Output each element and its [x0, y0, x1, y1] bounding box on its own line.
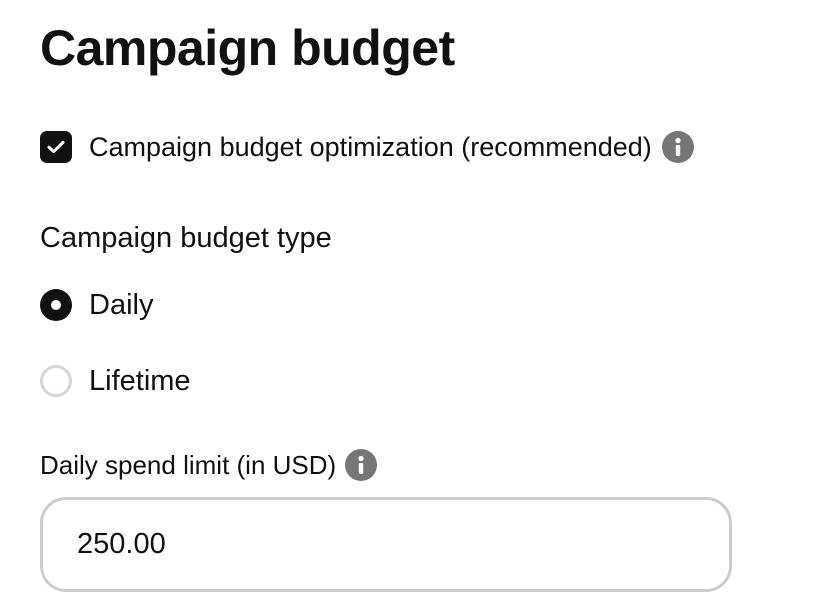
spend-limit-field[interactable]	[40, 497, 732, 592]
daily-radio-label[interactable]: Daily	[89, 287, 153, 323]
lifetime-radio-label[interactable]: Lifetime	[89, 363, 191, 399]
checkmark-icon	[47, 140, 65, 154]
optimization-row: Campaign budget optimization (recommende…	[40, 130, 694, 164]
spend-limit-label-row: Daily spend limit (in USD)	[40, 448, 378, 482]
optimization-label[interactable]: Campaign budget optimization (recommende…	[89, 130, 652, 164]
spend-limit-input[interactable]	[77, 528, 729, 561]
budget-type-label: Campaign budget type	[40, 222, 332, 254]
info-icon[interactable]	[661, 131, 694, 163]
info-icon[interactable]	[345, 449, 378, 481]
radio-option-lifetime[interactable]: Lifetime	[40, 363, 191, 399]
optimization-checkbox[interactable]	[40, 131, 72, 163]
daily-radio[interactable]	[40, 289, 72, 321]
lifetime-radio[interactable]	[40, 365, 72, 397]
spend-limit-label: Daily spend limit (in USD)	[40, 450, 337, 480]
radio-option-daily[interactable]: Daily	[40, 287, 153, 323]
campaign-budget-panel: Campaign budget Campaign budget optimiza…	[0, 0, 830, 604]
page-title: Campaign budget	[40, 20, 455, 76]
